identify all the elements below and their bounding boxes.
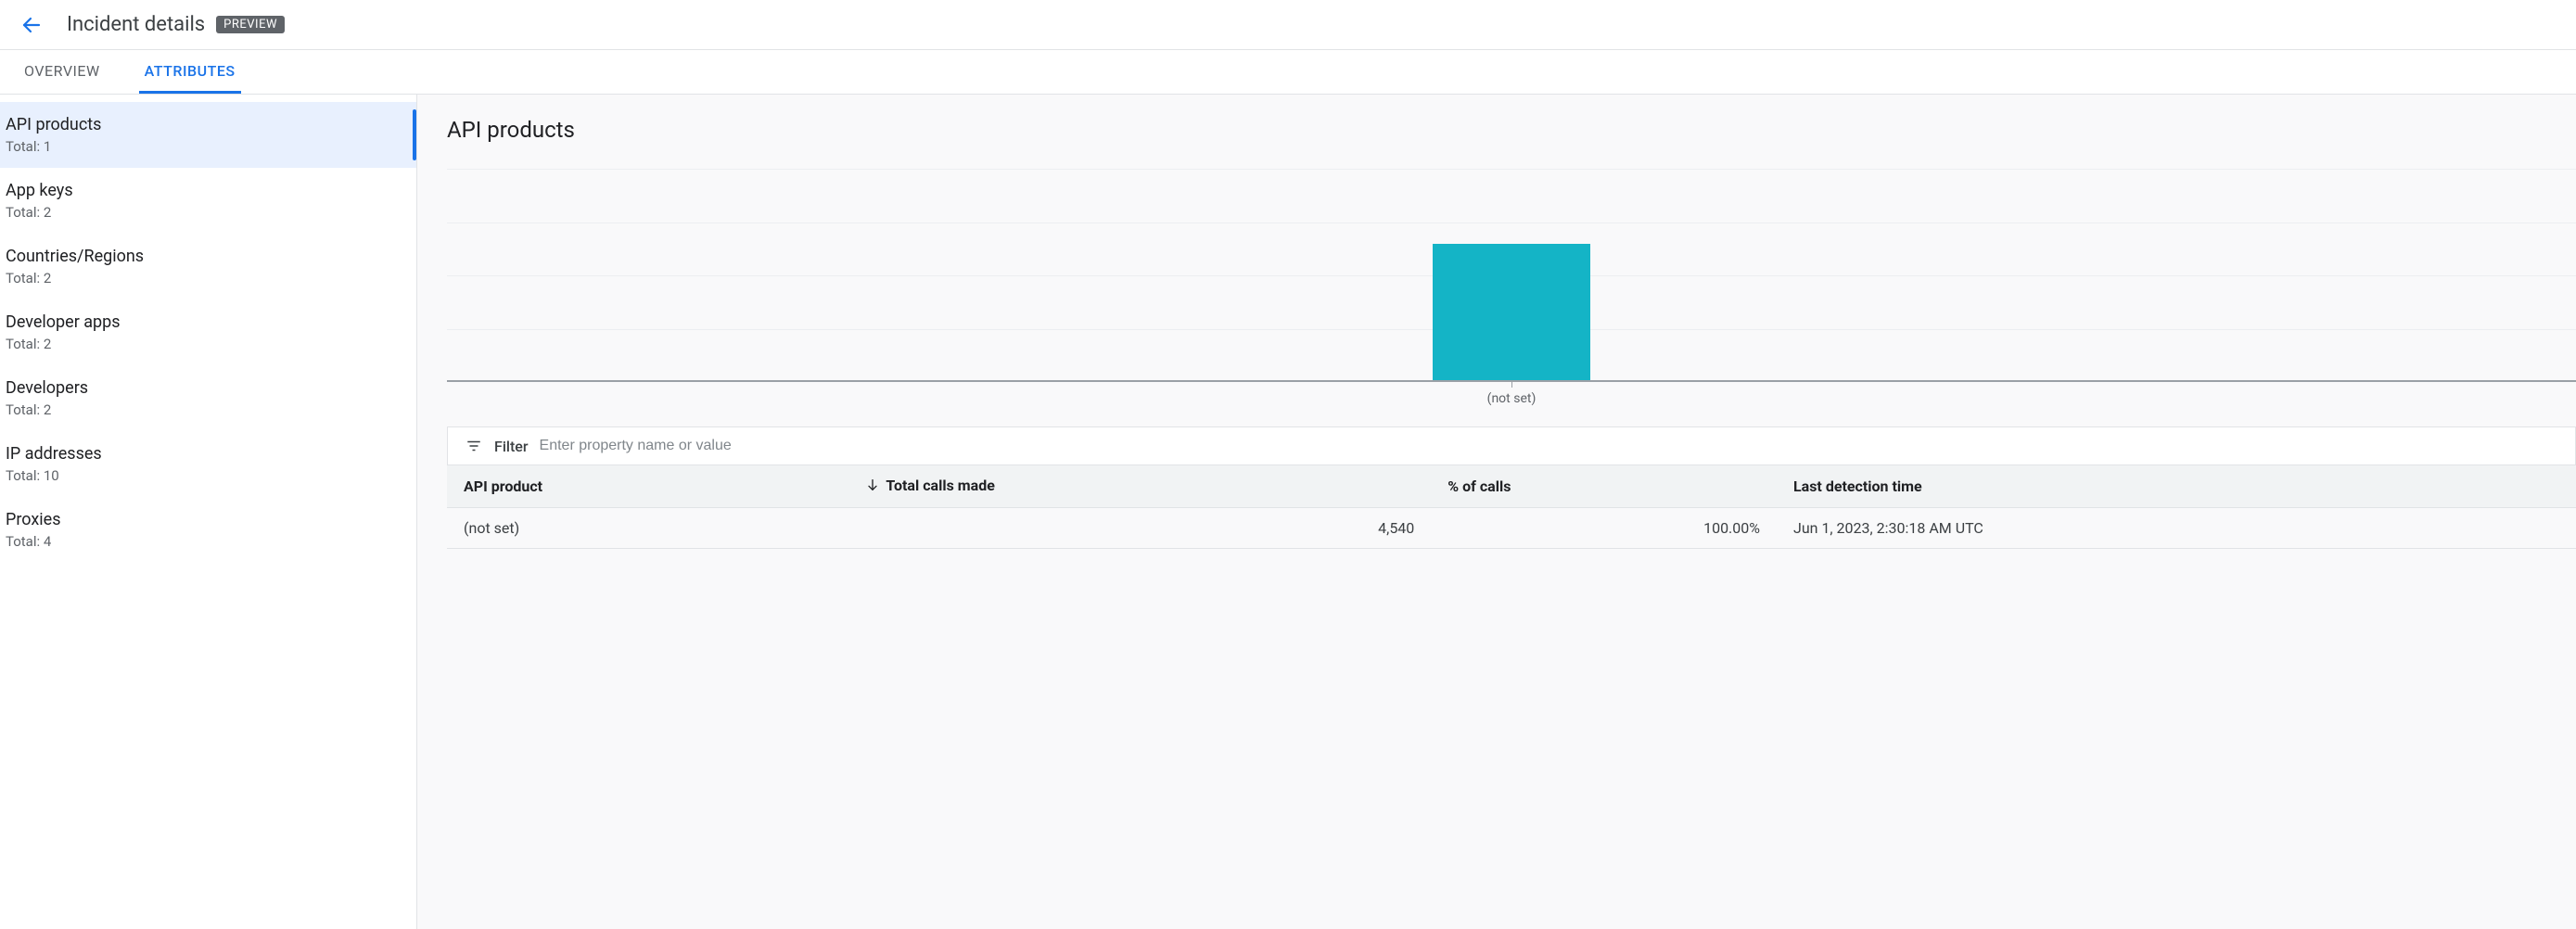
sort-desc-icon: [865, 477, 880, 496]
chart-tick: [1511, 382, 1512, 388]
sidebar-item-total: Total: 2: [6, 336, 411, 352]
sidebar-item-total: Total: 1: [6, 138, 411, 155]
sidebar-item-label: Developer apps: [6, 312, 411, 332]
cell-last: Jun 1, 2023, 2:30:18 AM UTC: [1777, 507, 2576, 548]
section-title: API products: [447, 117, 2576, 143]
cell-calls: 4,540: [848, 507, 1431, 548]
sidebar-item-total: Total: 2: [6, 270, 411, 286]
tabs: OVERVIEW ATTRIBUTES: [0, 50, 2576, 95]
filter-input[interactable]: [540, 438, 2558, 454]
chart: (not set): [447, 169, 2576, 382]
sidebar-item-total: Total: 10: [6, 467, 411, 484]
back-button[interactable]: [19, 12, 45, 38]
col-header-pct[interactable]: % of calls: [1431, 465, 1777, 508]
data-table: API product Total calls made % of calls …: [447, 464, 2576, 549]
sidebar: API productsTotal: 1App keysTotal: 2Coun…: [0, 95, 417, 929]
sidebar-item-label: IP addresses: [6, 444, 411, 464]
sidebar-item-developer-apps[interactable]: Developer apps Total: 2: [0, 299, 416, 365]
sidebar-item-label: API products: [6, 115, 411, 134]
cell-product: (not set): [447, 507, 848, 548]
filter-label: Filter: [494, 438, 529, 455]
chart-bar: [1433, 244, 1590, 382]
arrow-left-icon: [20, 14, 43, 36]
preview-badge: PREVIEW: [216, 16, 285, 33]
table-header-row: API product Total calls made % of calls …: [447, 465, 2576, 508]
chart-x-axis: [447, 380, 2576, 382]
sidebar-item-developers[interactable]: Developers Total: 2: [0, 365, 416, 431]
sidebar-item-label: App keys: [6, 181, 411, 200]
sidebar-item-total: Total: 4: [6, 533, 411, 550]
col-header-last[interactable]: Last detection time: [1777, 465, 2576, 508]
header-bar: Incident details PREVIEW: [0, 0, 2576, 50]
sidebar-item-countries-regions[interactable]: Countries/Regions Total: 2: [0, 234, 416, 299]
sidebar-item-ip-addresses[interactable]: IP addresses Total: 10: [0, 431, 416, 497]
chart-bars: [447, 169, 2576, 382]
cell-pct: 100.00%: [1431, 507, 1777, 548]
sidebar-item-total: Total: 2: [6, 401, 411, 418]
sidebar-item-proxies[interactable]: Proxies Total: 4: [0, 497, 416, 563]
sidebar-item-label: Countries/Regions: [6, 247, 411, 266]
main: API products (not set) Filter API produc…: [417, 95, 2576, 929]
tab-overview[interactable]: OVERVIEW: [19, 50, 106, 94]
table-row[interactable]: (not set)4,540100.00%Jun 1, 2023, 2:30:1…: [447, 507, 2576, 548]
sidebar-item-app-keys[interactable]: App keys Total: 2: [0, 168, 416, 234]
col-header-product[interactable]: API product: [447, 465, 848, 508]
page-title: Incident details: [67, 13, 205, 36]
sidebar-item-api-products[interactable]: API products Total: 1: [0, 102, 416, 168]
sidebar-item-label: Developers: [6, 378, 411, 398]
sidebar-item-total: Total: 2: [6, 204, 411, 221]
tab-attributes[interactable]: ATTRIBUTES: [139, 50, 241, 94]
col-header-calls-label: Total calls made: [886, 477, 994, 494]
content: API productsTotal: 1App keysTotal: 2Coun…: [0, 95, 2576, 929]
sidebar-item-label: Proxies: [6, 510, 411, 529]
col-header-calls[interactable]: Total calls made: [848, 465, 1431, 508]
filter-icon: [465, 437, 483, 455]
filter-bar: Filter: [447, 426, 2576, 464]
chart-category-label: (not set): [447, 391, 2576, 406]
